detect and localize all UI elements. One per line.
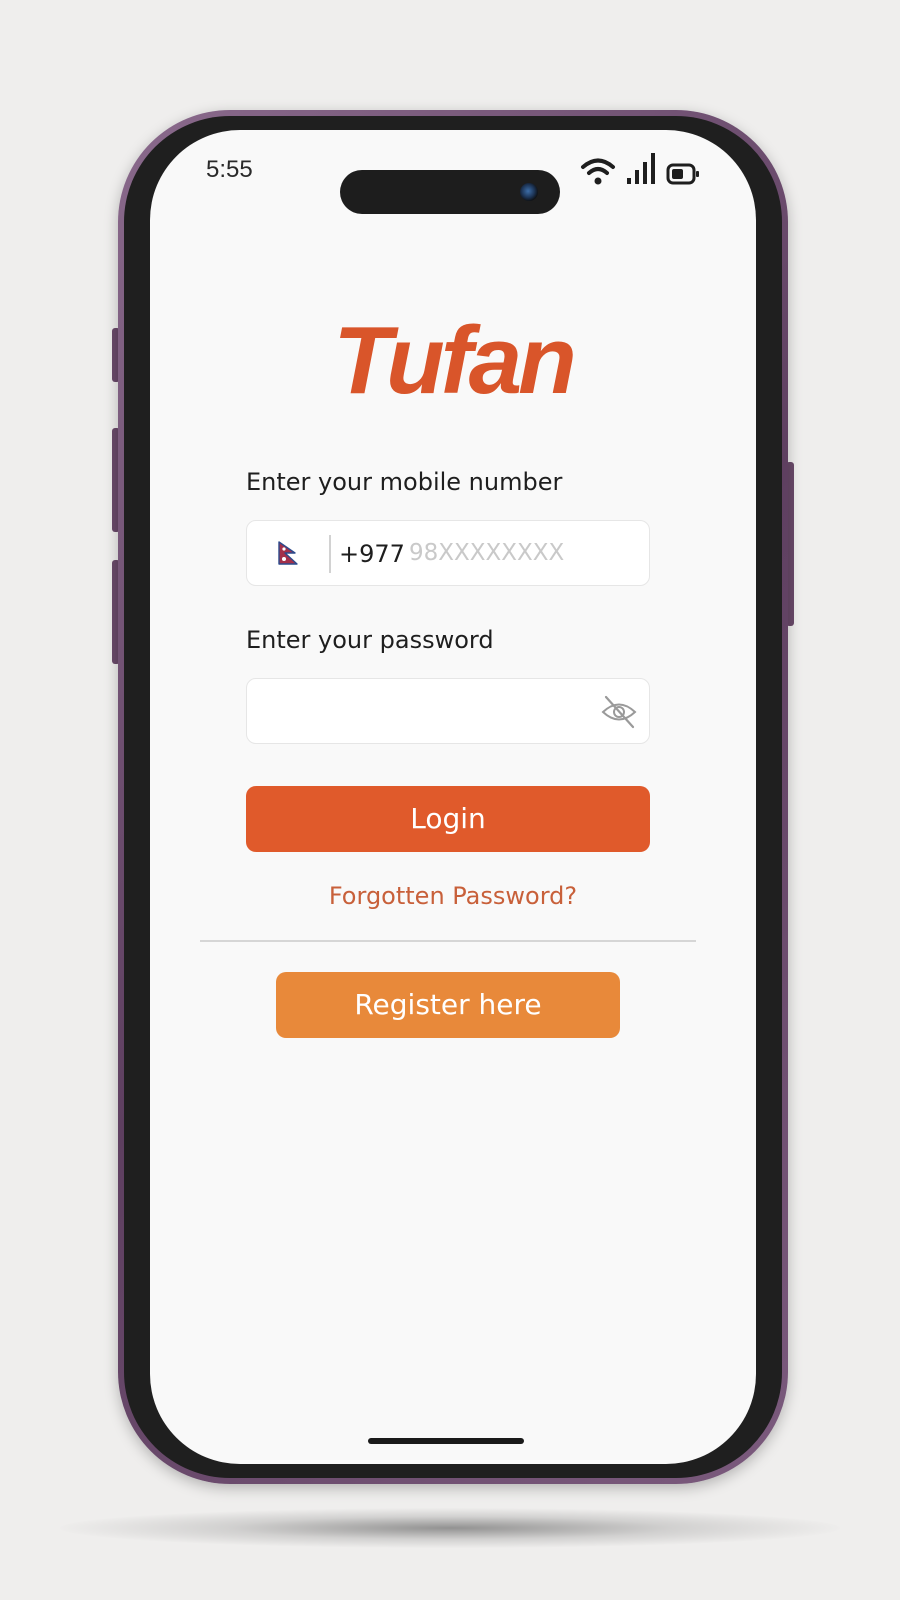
home-indicator[interactable] [368, 1438, 524, 1444]
mobile-number-label: Enter your mobile number [246, 468, 563, 496]
eye-off-icon[interactable] [599, 693, 639, 731]
country-code-divider [329, 535, 331, 573]
status-icons [580, 152, 700, 186]
phone-frame: 5:55 Tufan Enter your mobile number +977… [118, 110, 788, 1484]
front-camera [520, 183, 538, 201]
phone-shadow [60, 1508, 840, 1548]
password-field[interactable] [246, 678, 650, 744]
mobile-number-field[interactable]: +977 [246, 520, 650, 586]
app-logo: Tufan [333, 307, 577, 414]
status-time: 5:55 [206, 156, 253, 183]
phone-bezel: 5:55 Tufan Enter your mobile number +977… [124, 116, 782, 1478]
mobile-number-input[interactable] [409, 533, 629, 573]
phone-screen: 5:55 Tufan Enter your mobile number +977… [150, 130, 756, 1464]
country-code: +977 [339, 540, 405, 568]
password-input[interactable] [263, 691, 583, 731]
mockup-stage: 5:55 Tufan Enter your mobile number +977… [0, 0, 900, 1600]
section-divider [200, 940, 696, 942]
password-label: Enter your password [246, 626, 494, 654]
dynamic-island [340, 170, 560, 214]
nepal-flag-icon [278, 541, 298, 565]
register-button[interactable]: Register here [276, 972, 620, 1038]
wifi-icon [581, 158, 615, 185]
signal-icon [627, 153, 655, 184]
forgot-password-link[interactable]: Forgotten Password? [150, 882, 756, 910]
login-button[interactable]: Login [246, 786, 650, 852]
battery-icon [666, 163, 699, 185]
